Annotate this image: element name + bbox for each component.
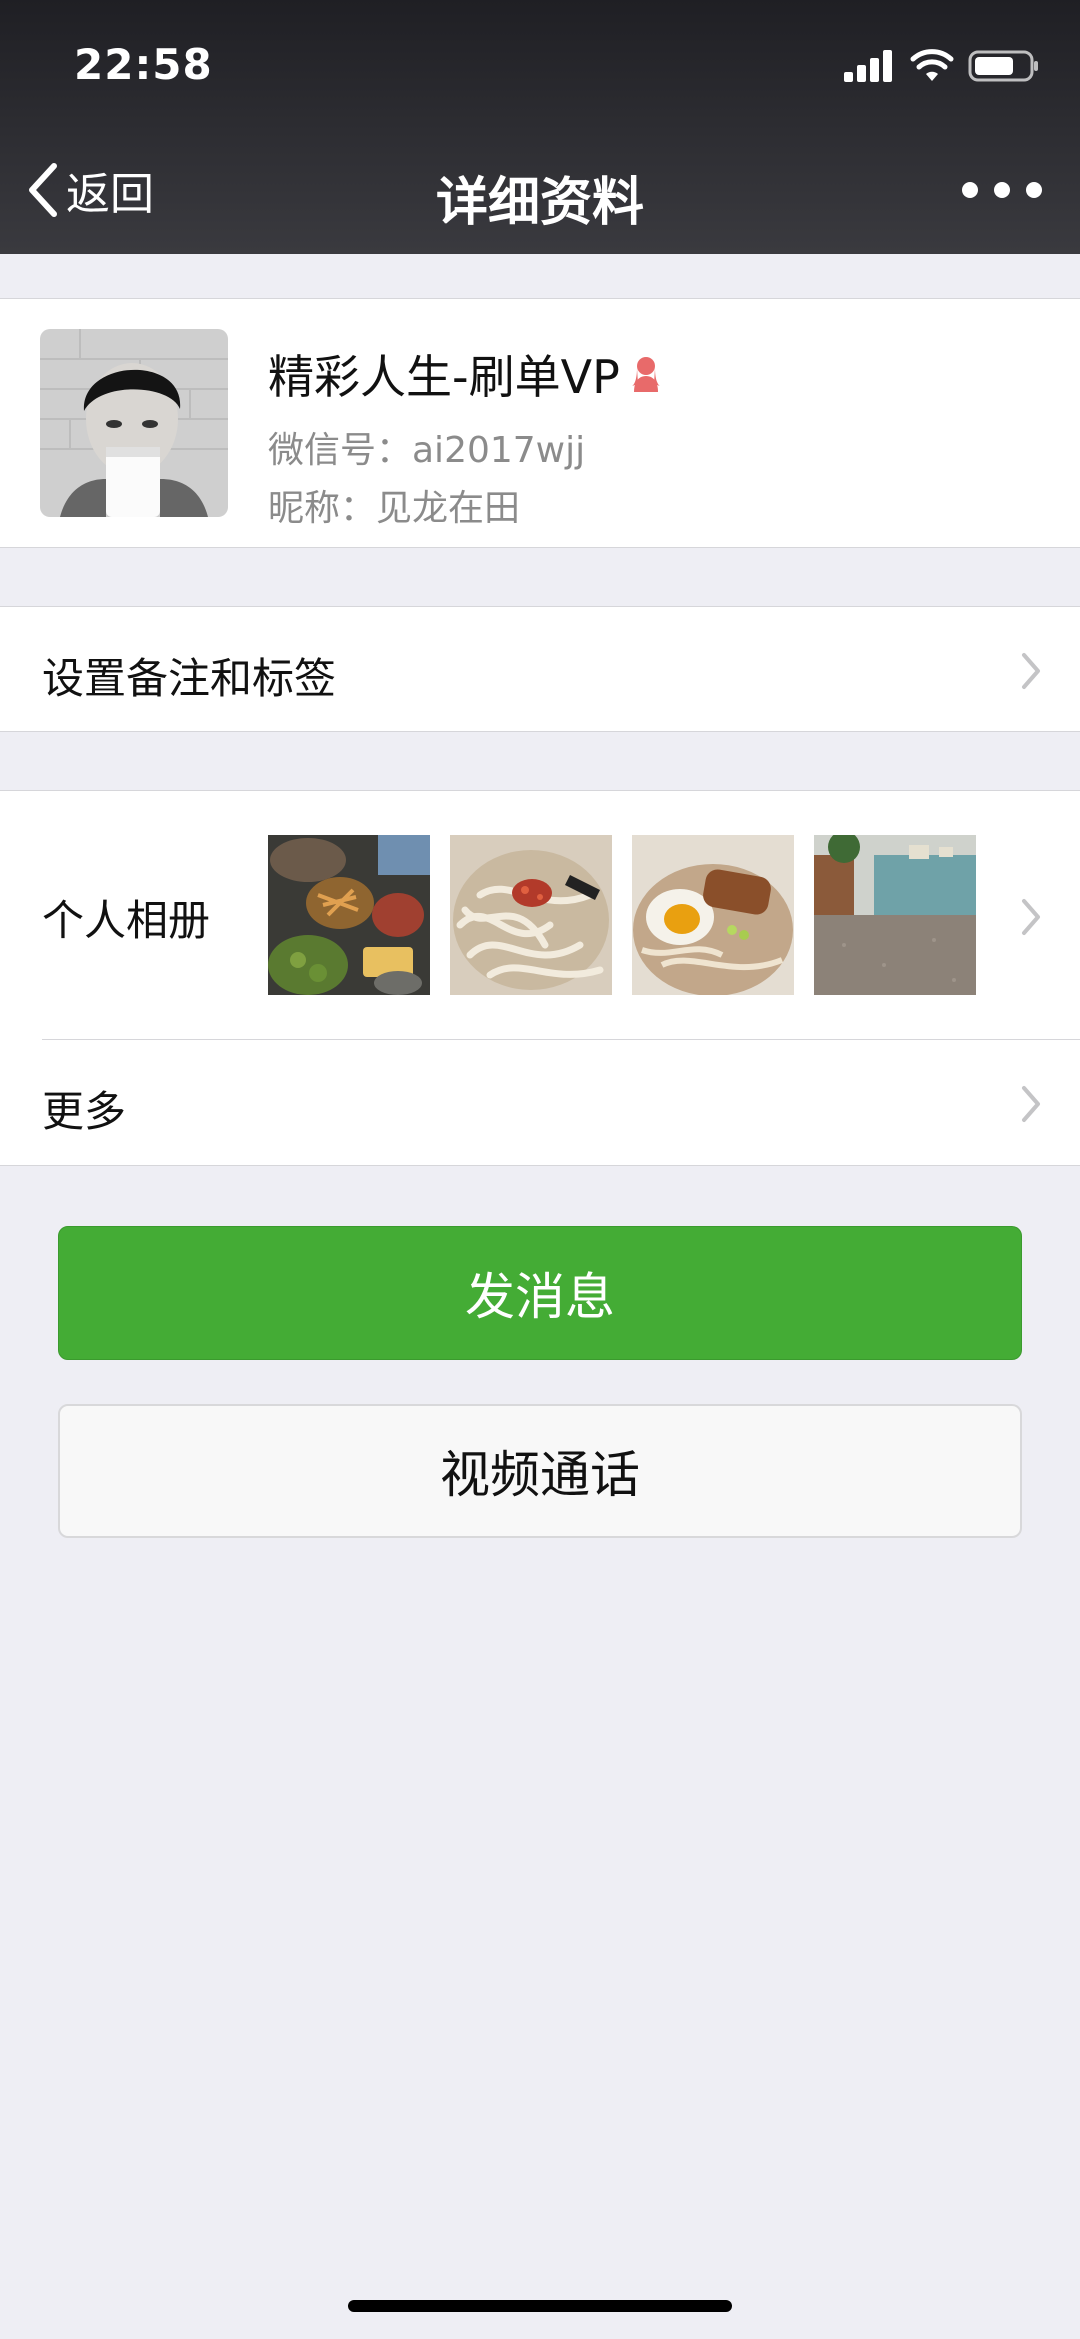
personal-album-label: 个人相册 [42,896,211,945]
page-title: 详细资料 [435,173,644,233]
more-dot-icon [962,182,978,198]
video-call-button[interactable]: 视频通话 [58,1404,1022,1538]
wechat-id: 微信号：ai2017wjj [268,430,586,471]
profile-name-line: 精彩人生-刷单VP [268,341,666,407]
status-icons [844,46,1040,86]
avatar[interactable] [40,329,228,517]
more-options-button[interactable] [962,170,1042,210]
album-thumbnail-restaurant[interactable] [814,835,976,995]
chevron-right-icon [1022,1086,1040,1122]
more-row[interactable]: 更多 [0,1040,1080,1166]
personal-album-row[interactable]: 个人相册 [0,791,1080,1039]
battery-icon [968,50,1038,82]
profile-name: 精彩人生-刷单VP [268,350,620,404]
home-indicator[interactable] [348,2300,732,2312]
more-dot-icon [1026,182,1042,198]
header: 22:58 返回 详细资料 [0,0,1080,254]
profile-card: 精彩人生-刷单VP 微信号：ai2017wjj 昵称：见龙在田 [0,298,1080,548]
album-thumbnails [268,835,976,995]
signal-icon [844,50,892,82]
female-gender-icon [631,357,660,392]
remark-tags-row[interactable]: 设置备注和标签 [0,606,1080,732]
status-time: 22:58 [74,40,213,89]
album-thumbnail-food-platter[interactable] [268,835,430,995]
nickname: 昵称：见龙在田 [268,488,521,529]
more-label: 更多 [42,1087,127,1136]
more-dot-icon [994,182,1010,198]
send-message-button[interactable]: 发消息 [58,1226,1022,1360]
album-more-group: 个人相册 更多 [0,790,1080,1166]
album-thumbnail-ramen-egg[interactable] [632,835,794,995]
chevron-right-icon [1022,653,1040,689]
wifi-icon [910,49,954,81]
album-thumbnail-udon[interactable] [450,835,612,995]
chevron-right-icon [1022,899,1040,935]
remark-tags-label: 设置备注和标签 [42,654,337,703]
